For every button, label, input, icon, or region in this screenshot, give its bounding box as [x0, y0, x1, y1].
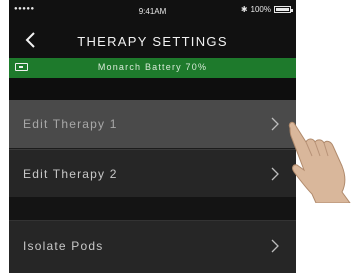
page-title: THERAPY SETTINGS [77, 34, 228, 49]
chevron-right-icon [271, 239, 279, 253]
phone-screen: ●●●●● 9:41AM ✱ 100% THERAPY SETTINGS Mon… [9, 0, 296, 273]
menu-item-isolate-pods[interactable]: Isolate Pods [9, 220, 296, 273]
status-bar: ●●●●● 9:41AM ✱ 100% [9, 0, 296, 22]
section-spacer [9, 78, 296, 100]
battery-banner-text: Monarch Battery 70% [97, 62, 208, 72]
section-spacer [9, 197, 296, 220]
nav-bar: THERAPY SETTINGS [9, 22, 296, 58]
battery-percent: 100% [250, 5, 271, 14]
menu-item-label: Edit Therapy 1 [23, 117, 118, 131]
menu-item-label: Isolate Pods [23, 239, 104, 253]
bluetooth-icon: ✱ [240, 5, 248, 14]
status-right: ✱ 100% [240, 5, 293, 14]
pointing-hand-icon [288, 121, 351, 203]
battery-icon [274, 6, 293, 13]
menu-item-edit-therapy-2[interactable]: Edit Therapy 2 [9, 149, 296, 197]
battery-banner: Monarch Battery 70% [9, 58, 296, 78]
menu-item-edit-therapy-1[interactable]: Edit Therapy 1 [9, 100, 296, 148]
menu-item-label: Edit Therapy 2 [23, 167, 118, 181]
